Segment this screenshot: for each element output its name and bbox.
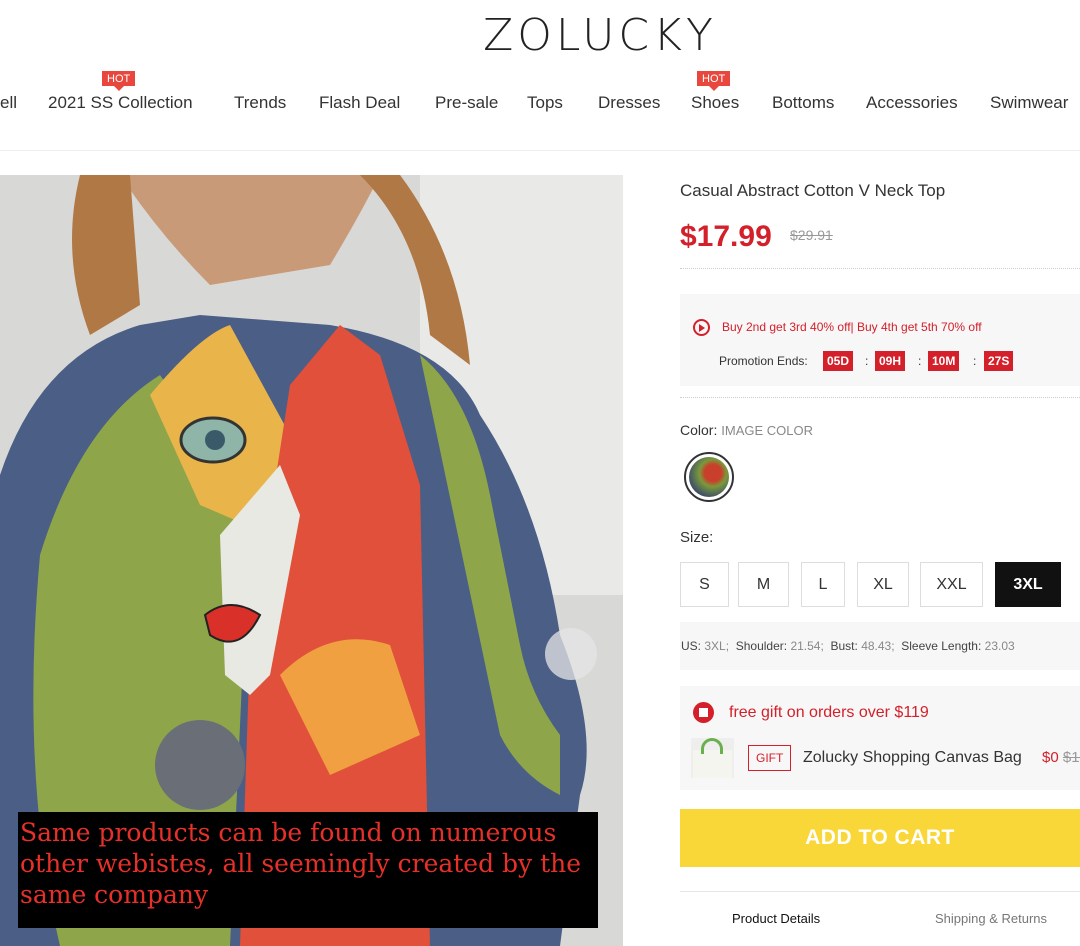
gift-bag-thumbnail[interactable] bbox=[691, 738, 734, 778]
promotion-ends-label: Promotion Ends: bbox=[719, 354, 808, 368]
nav-item-swimwear[interactable]: Swimwear bbox=[990, 93, 1068, 113]
promotion-box bbox=[680, 294, 1080, 386]
size-option-l[interactable]: L bbox=[801, 562, 845, 607]
countdown-separator: : bbox=[973, 354, 977, 368]
nav-item-label: Shoes bbox=[691, 93, 740, 112]
free-gift-headline: free gift on orders over $119 bbox=[729, 704, 929, 721]
size-info-label: Shoulder: bbox=[735, 639, 788, 653]
nav-item-accessories[interactable]: Accessories bbox=[866, 93, 958, 113]
nav-item-partial[interactable]: ell bbox=[0, 93, 17, 113]
size-option-3xl[interactable]: 3XL bbox=[995, 562, 1061, 607]
tab-product-details[interactable]: Product Details bbox=[732, 911, 820, 926]
nav-item-label: 2021 SS Collection bbox=[48, 93, 193, 112]
countdown-minutes: 10M bbox=[928, 351, 960, 371]
size-option-m[interactable]: M bbox=[738, 562, 789, 607]
countdown-days: 05D bbox=[823, 351, 854, 371]
nav-item-flash-deal[interactable]: Flash Deal bbox=[319, 93, 400, 113]
color-label: Color: IMAGE COLOR bbox=[680, 422, 813, 438]
divider bbox=[680, 268, 1080, 269]
size-label: Size: bbox=[680, 529, 714, 546]
nav-item-trends[interactable]: Trends bbox=[234, 93, 286, 113]
tab-shipping-returns[interactable]: Shipping & Returns bbox=[935, 911, 1047, 926]
nav-divider bbox=[0, 150, 1080, 151]
size-option-xl[interactable]: XL bbox=[857, 562, 909, 607]
nav-item-tops[interactable]: Tops bbox=[527, 93, 563, 113]
color-swatch[interactable] bbox=[684, 452, 734, 502]
tabs-divider bbox=[680, 891, 1080, 892]
play-circle-icon bbox=[693, 319, 710, 336]
site-logo[interactable]: ZOLUCKY bbox=[0, 10, 1080, 61]
gift-name[interactable]: Zolucky Shopping Canvas Bag bbox=[803, 749, 1022, 767]
size-info-value: 23.03 bbox=[984, 639, 1015, 653]
color-label-text: Color: bbox=[680, 422, 718, 438]
countdown-hours: 09H bbox=[875, 351, 906, 371]
gift-price-now: $0 bbox=[1042, 749, 1059, 766]
hot-badge: HOT bbox=[102, 71, 136, 91]
countdown-separator: : bbox=[865, 354, 869, 368]
nav-item-ss-collection[interactable]: HOT 2021 SS Collection bbox=[48, 71, 193, 113]
gift-icon bbox=[693, 702, 714, 723]
nav-item-dresses[interactable]: Dresses bbox=[598, 93, 660, 113]
add-to-cart-button[interactable]: ADD TO CART bbox=[680, 809, 1080, 867]
free-gift-box bbox=[680, 686, 1080, 790]
size-info-value: 21.54; bbox=[790, 639, 824, 653]
product-title: Casual Abstract Cotton V Neck Top bbox=[680, 181, 946, 200]
size-info-label: Sleeve Length: bbox=[901, 639, 982, 653]
promotion-text[interactable]: Buy 2nd get 3rd 40% off| Buy 4th get 5th… bbox=[722, 320, 982, 334]
gift-price-old: $19 bbox=[1062, 749, 1080, 766]
notice-overlay-text: Same products can be found on numerous o… bbox=[20, 818, 582, 909]
nav-item-bottoms[interactable]: Bottoms bbox=[772, 93, 834, 113]
countdown-seconds: 27S bbox=[984, 351, 1014, 371]
size-info-label: Bust: bbox=[830, 639, 858, 653]
size-info-value: 48.43; bbox=[861, 639, 895, 653]
gift-tag: GIFT bbox=[748, 745, 792, 771]
product-price: $17.99 bbox=[680, 220, 772, 253]
next-image-button[interactable] bbox=[545, 628, 597, 680]
size-option-s[interactable]: S bbox=[680, 562, 729, 607]
divider bbox=[680, 397, 1080, 398]
nav-item-pre-sale[interactable]: Pre-sale bbox=[435, 93, 498, 113]
size-info-label: US: bbox=[681, 639, 702, 653]
size-measurements: US: 3XL; Shoulder: 21.54; Bust: 48.43; S… bbox=[680, 622, 1080, 670]
countdown-separator: : bbox=[918, 354, 922, 368]
gift-price: $0 $19 bbox=[1042, 749, 1080, 766]
hot-badge: HOT bbox=[697, 71, 731, 91]
size-info-value: 3XL; bbox=[704, 639, 730, 653]
size-option-xxl[interactable]: XXL bbox=[920, 562, 983, 607]
color-value: IMAGE COLOR bbox=[721, 423, 813, 438]
nav-item-shoes[interactable]: HOT Shoes bbox=[691, 71, 740, 113]
product-old-price: $29.91 bbox=[790, 227, 833, 243]
